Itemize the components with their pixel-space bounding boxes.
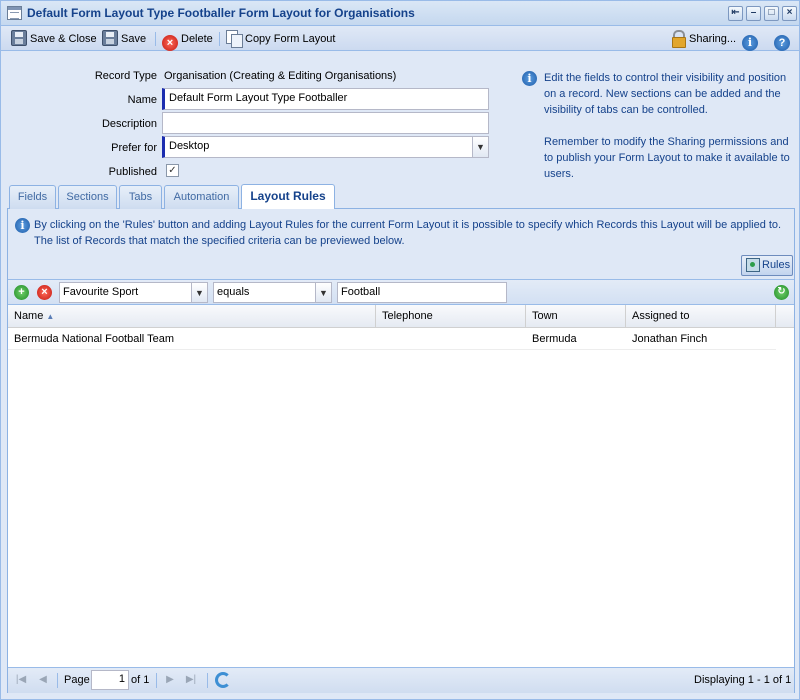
published-label: Published [108, 166, 157, 178]
sort-ascending-icon: ▲ [46, 312, 55, 321]
grid-header: Name ▲ Telephone Town Assigned to [8, 305, 794, 328]
add-icon[interactable]: + [14, 285, 29, 300]
rules-button[interactable]: Rules [741, 255, 793, 276]
info-paragraph: Remember to modify the Sharing permissio… [544, 136, 790, 180]
delete-icon: × [162, 35, 178, 51]
minimize-icon[interactable]: – [746, 6, 761, 21]
chevron-down-icon[interactable]: ▼ [472, 136, 489, 158]
save-button[interactable]: Save [102, 30, 146, 48]
chevron-down-icon[interactable]: ▼ [191, 282, 208, 303]
filter-field-select[interactable]: Favourite Sport [59, 282, 192, 303]
info-icon: i [15, 218, 30, 233]
rules-icon [746, 258, 760, 272]
filter-operator-select[interactable]: equals [213, 282, 316, 303]
lock-icon [670, 30, 686, 48]
published-checkbox[interactable]: ✓ [166, 164, 179, 177]
title-bar: Default Form Layout Type Footballer Form… [1, 1, 799, 26]
layout-rules-panel: i By clicking on the 'Rules' button and … [7, 209, 795, 693]
description-label: Description [101, 118, 157, 130]
info-icon: i [522, 71, 537, 86]
info-button[interactable]: i [742, 30, 761, 51]
column-name-label: Name [14, 310, 44, 322]
refresh-icon[interactable] [215, 672, 231, 688]
save-close-button[interactable]: Save & Close [11, 30, 97, 48]
paging-toolbar: |◀ ◀ Page 1 of 1 ▶ ▶| Displaying 1 - 1 o… [8, 667, 794, 693]
note-text: By clicking on the 'Rules' button and ad… [34, 219, 782, 247]
tab-tabs[interactable]: Tabs [119, 185, 162, 209]
delete-label: Delete [181, 33, 213, 45]
cell-town: Bermuda [532, 333, 577, 345]
delete-button[interactable]: × Delete [162, 30, 213, 51]
copy-label: Copy Form Layout [245, 33, 336, 45]
help-icon: ? [774, 35, 790, 51]
sharing-label: Sharing... [689, 33, 737, 45]
refresh-icon[interactable]: ↻ [774, 285, 789, 300]
info-panel: i Edit the fields to control their visib… [522, 70, 794, 198]
toolbar-separator [155, 32, 156, 46]
first-page-icon[interactable]: |◀ [14, 673, 28, 687]
save-close-icon [11, 30, 27, 46]
prefer-for-select[interactable]: Desktop [162, 136, 473, 158]
pager-separator [156, 673, 157, 688]
column-header-name[interactable]: Name ▲ [8, 305, 376, 327]
rules-label: Rules [762, 259, 791, 271]
name-field[interactable]: Default Form Layout Type Footballer [162, 88, 489, 110]
maximize-icon[interactable]: □ [764, 6, 779, 21]
name-label: Name [127, 94, 157, 106]
record-type-label: Record Type [94, 70, 157, 82]
column-header-telephone[interactable]: Telephone [376, 305, 526, 327]
form-layout-icon [7, 6, 22, 20]
sharing-button[interactable]: Sharing... [670, 30, 736, 48]
window-title: Default Form Layout Type Footballer Form… [27, 6, 415, 20]
info-paragraph: Edit the fields to control their visibil… [544, 72, 787, 116]
toolbar: Save & Close Save × Delete Copy Form Layo… [1, 27, 799, 51]
page-count: of 1 [131, 674, 150, 686]
save-label: Save [121, 33, 147, 45]
tab-fields[interactable]: Fields [9, 185, 56, 209]
tab-layout-rules[interactable]: Layout Rules [241, 184, 335, 209]
save-close-label: Save & Close [30, 33, 97, 45]
table-row[interactable]: Bermuda National Football Team Bermuda J… [8, 329, 776, 350]
cell-assigned-to: Jonathan Finch [632, 333, 708, 345]
pager-separator [207, 673, 208, 688]
remove-icon[interactable]: × [37, 285, 52, 300]
tab-sections[interactable]: Sections [58, 185, 117, 209]
chevron-down-icon[interactable]: ▼ [315, 282, 332, 303]
column-header-assigned-to[interactable]: Assigned to [626, 305, 776, 327]
copy-icon [226, 30, 243, 48]
column-header-town[interactable]: Town [526, 305, 626, 327]
pager-separator [57, 673, 58, 688]
previous-page-icon[interactable]: ◀ [36, 673, 50, 687]
restore-icon[interactable]: ⇤ [728, 6, 743, 21]
form-area: Record Type Organisation (Creating & Edi… [7, 54, 795, 182]
page-label: Page [64, 674, 90, 686]
save-icon [102, 30, 118, 46]
copy-form-layout-button[interactable]: Copy Form Layout [226, 30, 335, 48]
displaying-text: Displaying 1 - 1 of 1 [694, 674, 792, 686]
close-icon[interactable]: × [782, 6, 797, 21]
form-layout-window: Default Form Layout Type Footballer Form… [0, 0, 800, 700]
prefer-for-label: Prefer for [111, 142, 157, 154]
next-page-icon[interactable]: ▶ [163, 673, 177, 687]
description-field[interactable] [162, 112, 489, 134]
info-icon: i [742, 35, 758, 51]
toolbar-separator [219, 32, 220, 46]
layout-rules-note: i By clicking on the 'Rules' button and … [8, 209, 794, 279]
filter-value-input[interactable]: Football [337, 282, 507, 303]
help-button[interactable]: ? [774, 30, 793, 51]
cell-name: Bermuda National Football Team [14, 333, 174, 345]
filter-bar: + × Favourite Sport ▼ equals ▼ Football … [8, 279, 794, 305]
record-type-value: Organisation (Creating & Editing Organis… [164, 70, 397, 82]
last-page-icon[interactable]: ▶| [184, 673, 198, 687]
tab-automation[interactable]: Automation [164, 185, 239, 209]
tab-bar: Fields Sections Tabs Automation Layout R… [7, 184, 795, 209]
page-number-input[interactable]: 1 [91, 670, 129, 690]
